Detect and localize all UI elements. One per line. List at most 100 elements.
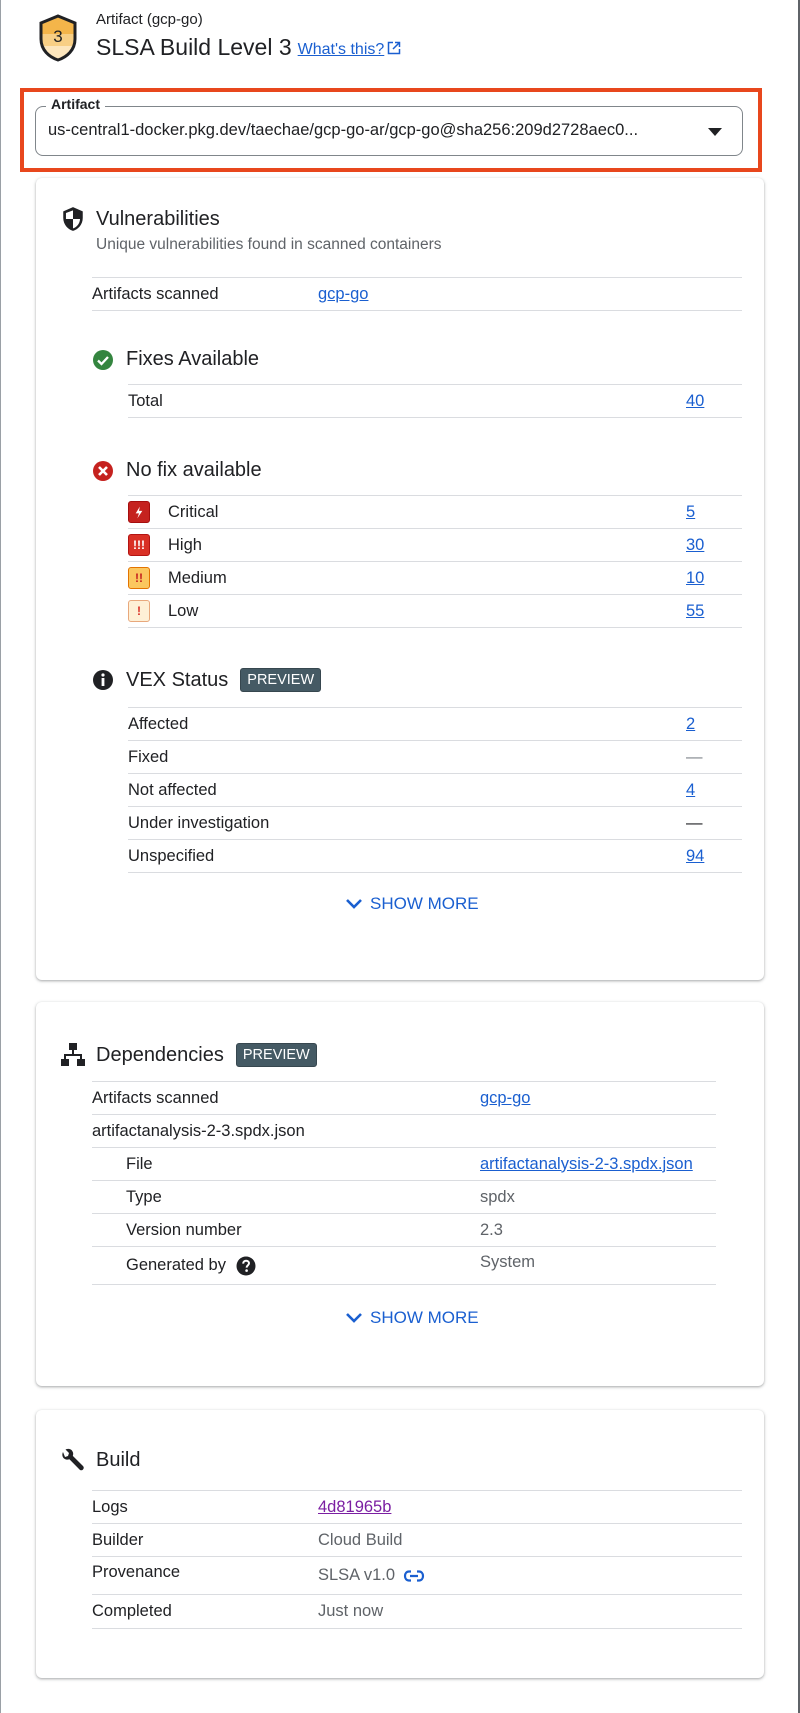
artifacts-scanned-row: Artifacts scanned gcp-go [92,1082,716,1115]
vex-status-header: VEX Status PREVIEW [92,668,322,692]
window-edge-left [0,0,1,1713]
sbom-field-value: spdx [480,1187,515,1206]
build-header: Build [60,1447,140,1473]
build-logs-link[interactable]: 4d81965b [318,1498,391,1517]
whats-this-label: What's this? [297,41,385,58]
severity-count-link[interactable]: 55 [686,602,704,621]
sbom-file-link[interactable]: artifactanalysis-2-3.spdx.json [480,1155,693,1174]
preview-badge: PREVIEW [240,668,322,692]
security-shield-icon [63,207,83,231]
fixes-total-link[interactable]: 40 [686,392,704,411]
sbom-version-row: Version number 2.3 [92,1214,716,1247]
svg-text:3: 3 [53,27,62,46]
artifacts-scanned-label: Artifacts scanned [92,1088,219,1107]
chevron-down-icon [346,1313,362,1323]
vex-count-link[interactable]: 4 [686,781,695,800]
build-field-label: Completed [92,1602,172,1620]
fixes-available-title: Fixes Available [126,348,260,370]
sbom-field-value: System [480,1253,536,1271]
vex-count-link[interactable]: 94 [686,847,704,866]
dependencies-card: Dependencies PREVIEW Artifacts scanned g… [36,1002,764,1386]
build-provenance-value: SLSA v1.0 [318,1566,425,1585]
build-logs-row: Logs 4d81965b [92,1491,742,1524]
artifact-select[interactable]: Artifact us-central1-docker.pkg.dev/taec… [35,96,743,156]
help-icon[interactable] [236,1256,256,1276]
show-more-label: SHOW MORE [370,1308,479,1327]
vulnerabilities-show-more-button[interactable]: SHOW MORE [344,894,479,914]
severity-row-low: ! Low 55 [128,595,742,628]
artifacts-scanned-link[interactable]: gcp-go [318,285,368,304]
vex-row: Under investigation — [128,807,742,840]
artifacts-scanned-row: Artifacts scanned gcp-go [92,278,742,311]
build-completed-row: Completed Just now [92,1595,742,1629]
no-fix-title: No fix available [126,459,262,481]
vex-table: Affected 2 Fixed — Not affected 4 Under … [128,707,742,873]
artifacts-scanned-label: Artifacts scanned [92,284,219,303]
critical-icon [128,501,150,523]
dependencies-show-more-button[interactable]: SHOW MORE [344,1308,479,1328]
sbom-field-label: File [126,1154,153,1173]
artifacts-scanned-link[interactable]: gcp-go [480,1089,530,1108]
fixes-total-row: Total 40 [128,385,742,418]
severity-label: Medium [168,568,227,587]
vex-label: Unspecified [128,846,215,865]
severity-row-medium: !! Medium 10 [128,562,742,595]
vulnerabilities-title: Vulnerabilities [96,207,220,230]
vex-row: Affected 2 [128,708,742,741]
whats-this-link[interactable]: What's this? [298,41,402,58]
vex-count-link[interactable]: 2 [686,715,695,734]
vex-status-title: VEX Status [126,668,229,691]
sbom-field-label: Generated by [126,1256,226,1274]
severity-count-link[interactable]: 5 [686,503,695,522]
artifacts-scanned-table: Artifacts scanned gcp-go [92,277,742,311]
severity-count-link[interactable]: 10 [686,569,704,588]
fixes-available-header: Fixes Available [92,348,259,371]
dropdown-arrow-icon[interactable] [708,128,722,136]
error-circle-icon [93,460,113,481]
info-icon [93,670,113,690]
medium-icon: !! [128,567,150,589]
preview-badge: PREVIEW [235,1043,317,1067]
vex-count: — [686,747,703,766]
sbom-name-row: artifactanalysis-2-3.spdx.json [92,1115,716,1148]
slsa-level-title: SLSA Build Level 3 What's this? [96,34,401,61]
build-field-label: Builder [92,1530,144,1549]
vex-label: Affected [128,714,189,733]
vex-row: Unspecified 94 [128,840,742,873]
dependency-tree-icon [61,1043,85,1066]
sbom-field-label: Version number [126,1220,242,1239]
vex-count: — [686,813,703,832]
build-field-label: Provenance [92,1563,181,1581]
build-table: Logs 4d81965b Builder Cloud Build Proven… [92,1490,742,1629]
no-fix-header: No fix available [92,459,262,482]
wrench-icon [62,1448,84,1471]
sbom-type-row: Type spdx [92,1181,716,1214]
chevron-down-icon [346,899,362,909]
severity-label: Low [168,601,199,620]
dependencies-table: Artifacts scanned gcp-go artifactanalysi… [92,1081,716,1285]
severity-label: Critical [168,502,219,521]
artifact-select-label: Artifact [46,96,106,112]
low-icon: ! [128,600,150,622]
severity-row-high: !!! High 30 [128,529,742,562]
vulnerabilities-header: Vulnerabilities [60,206,220,232]
severity-count-link[interactable]: 30 [686,536,704,555]
vex-label: Fixed [128,747,169,766]
vex-label: Under investigation [128,813,270,832]
severity-label: High [168,535,202,554]
fixes-table: Total 40 [128,384,742,418]
link-icon[interactable] [403,1569,425,1583]
high-icon: !!! [128,534,150,556]
vex-row: Not affected 4 [128,774,742,807]
vex-label: Not affected [128,780,217,799]
check-circle-icon [93,349,113,370]
build-field-value: Cloud Build [318,1530,403,1549]
build-field-value: Just now [318,1602,384,1620]
artifact-subtitle: Artifact (gcp-go) [96,11,203,28]
vulnerabilities-description: Unique vulnerabilities found in scanned … [96,236,442,253]
dependencies-header: Dependencies PREVIEW [60,1042,317,1068]
sbom-generated-by-row: Generated by System [92,1247,716,1285]
build-provenance-row: Provenance SLSA v1.0 [92,1557,742,1595]
sbom-file-row: File artifactanalysis-2-3.spdx.json [92,1148,716,1181]
sbom-field-label: Type [126,1187,162,1206]
